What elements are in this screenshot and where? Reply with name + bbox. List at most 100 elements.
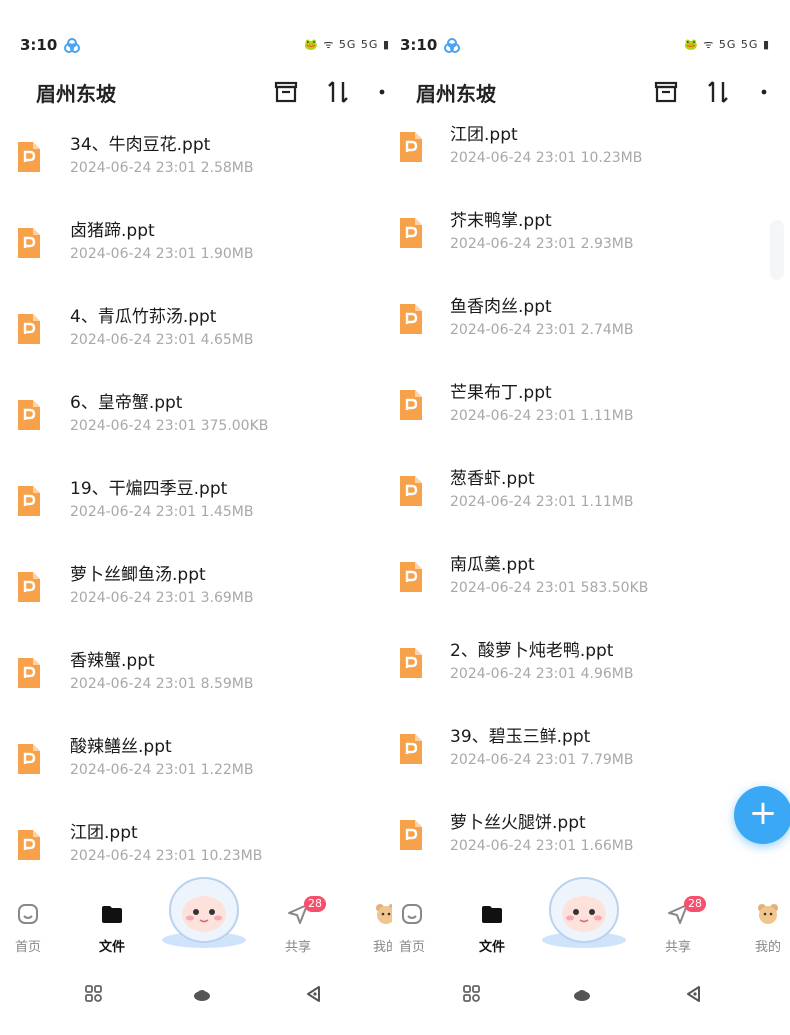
- file-name: 芥末鸭掌.ppt: [450, 211, 552, 231]
- status-bar: 3:10 🐸 ᯤ 5G 5G ▮: [400, 34, 790, 58]
- ppt-file-icon: [400, 218, 422, 248]
- archive-icon[interactable]: [652, 78, 680, 106]
- file-name: 34、牛肉豆花.ppt: [70, 135, 211, 155]
- file-name: 南瓜羹.ppt: [450, 555, 535, 575]
- nav-home[interactable]: 首页: [8, 902, 48, 955]
- nav-me[interactable]: 我的: [748, 902, 788, 955]
- status-time: 3:10: [400, 36, 438, 54]
- file-name: 39、碧玉三鲜.ppt: [450, 727, 591, 747]
- phone-screen-left: 3:10 🐸 ᯤ 5G 5G ▮ 眉州东坡 34、牛肉豆花.ppt 2024-0…: [0, 0, 392, 1035]
- file-meta: 2024-06-24 23:01 375.00KB: [70, 418, 269, 434]
- cloud-sync-icon: [64, 38, 80, 53]
- file-name: 江团.ppt: [70, 823, 138, 843]
- file-meta: 2024-06-24 23:01 7.79MB: [450, 752, 634, 768]
- back-icon[interactable]: [304, 984, 324, 1004]
- file-meta: 2024-06-24 23:01 2.93MB: [450, 236, 634, 252]
- list-item[interactable]: 葱香虾.ppt 2024-06-24 23:01 1.11MB: [392, 464, 790, 550]
- file-meta: 2024-06-24 23:01 2.74MB: [450, 322, 634, 338]
- nav-share[interactable]: 共享 28: [278, 896, 326, 955]
- list-item[interactable]: 南瓜羹.ppt 2024-06-24 23:01 583.50KB: [392, 550, 790, 636]
- folder-icon: [482, 906, 502, 923]
- ppt-file-icon: [18, 572, 40, 602]
- file-name: 芒果布丁.ppt: [450, 383, 552, 403]
- nav-files[interactable]: 文件: [472, 902, 512, 955]
- file-meta: 2024-06-24 23:01 8.59MB: [70, 676, 254, 692]
- list-item[interactable]: 芒果布丁.ppt 2024-06-24 23:01 1.11MB: [392, 378, 790, 464]
- ppt-file-icon: [400, 390, 422, 420]
- list-item[interactable]: 鱼香肉丝.ppt 2024-06-24 23:01 2.74MB: [392, 292, 790, 378]
- cloud-sync-icon: [444, 38, 460, 53]
- share-badge: 28: [304, 896, 326, 912]
- list-item[interactable]: 萝卜丝鲫鱼汤.ppt 2024-06-24 23:01 3.69MB: [0, 560, 392, 646]
- recent-apps-icon[interactable]: [462, 984, 482, 1004]
- avatar-bear-icon: [758, 904, 778, 924]
- file-meta: 2024-06-24 23:01 4.96MB: [450, 666, 634, 682]
- bottom-nav: 首页 文件 共享 28 我的: [0, 877, 392, 970]
- archive-icon[interactable]: [272, 78, 300, 106]
- file-meta: 2024-06-24 23:01 583.50KB: [450, 580, 649, 596]
- ppt-file-icon: [18, 400, 40, 430]
- ppt-file-icon: [400, 734, 422, 764]
- top-app-bar: 眉州东坡: [392, 70, 790, 114]
- ppt-file-icon: [400, 304, 422, 334]
- page-title: 眉州东坡: [36, 82, 116, 106]
- system-nav-bar: [392, 980, 790, 1010]
- sort-icon[interactable]: [704, 78, 732, 106]
- recent-apps-icon[interactable]: [84, 984, 104, 1004]
- nav-files-label: 文件: [478, 940, 505, 955]
- file-name: 19、干煸四季豆.ppt: [70, 479, 228, 499]
- nav-me[interactable]: 我的: [366, 902, 392, 955]
- sort-icon[interactable]: [324, 78, 352, 106]
- add-fab-button[interactable]: +: [734, 786, 790, 844]
- file-meta: 2024-06-24 23:01 4.65MB: [70, 332, 254, 348]
- ppt-file-icon: [400, 476, 422, 506]
- home-ingot-icon[interactable]: [192, 984, 212, 1004]
- folder-icon: [102, 906, 122, 923]
- nav-files[interactable]: 文件: [92, 902, 132, 955]
- file-meta: 2024-06-24 23:01 1.11MB: [450, 408, 634, 424]
- nav-home[interactable]: 首页: [392, 902, 432, 955]
- list-item[interactable]: 19、干煸四季豆.ppt 2024-06-24 23:01 1.45MB: [0, 474, 392, 560]
- file-meta: 2024-06-24 23:01 3.69MB: [70, 590, 254, 606]
- file-meta: 2024-06-24 23:01 10.23MB: [70, 848, 263, 864]
- list-item[interactable]: 6、皇帝蟹.ppt 2024-06-24 23:01 375.00KB: [0, 388, 392, 474]
- file-name: 萝卜丝火腿饼.ppt: [450, 813, 586, 833]
- ppt-file-icon: [400, 132, 422, 162]
- file-name: 萝卜丝鲫鱼汤.ppt: [70, 565, 206, 585]
- file-name: 江团.ppt: [450, 125, 518, 145]
- file-meta: 2024-06-24 23:01 1.90MB: [70, 246, 254, 262]
- nav-files-label: 文件: [98, 940, 125, 955]
- nav-home-label: 首页: [398, 940, 425, 955]
- home-ingot-icon[interactable]: [572, 984, 592, 1004]
- list-item[interactable]: 香辣蟹.ppt 2024-06-24 23:01 8.59MB: [0, 646, 392, 732]
- top-app-bar: 眉州东坡: [0, 70, 392, 114]
- list-item[interactable]: 34、牛肉豆花.ppt 2024-06-24 23:01 2.58MB: [0, 130, 392, 216]
- list-item[interactable]: 4、青瓜竹荪汤.ppt 2024-06-24 23:01 4.65MB: [0, 302, 392, 388]
- more-icon[interactable]: [754, 78, 782, 106]
- status-bar: 3:10 🐸 ᯤ 5G 5G ▮: [20, 34, 392, 58]
- page-title: 眉州东坡: [416, 82, 496, 106]
- file-meta: 2024-06-24 23:01 1.22MB: [70, 762, 254, 778]
- list-item[interactable]: 江团.ppt 2024-06-24 23:01 10.23MB: [392, 120, 790, 206]
- list-item[interactable]: 39、碧玉三鲜.ppt 2024-06-24 23:01 7.79MB: [392, 722, 790, 808]
- bottom-nav: 首页 文件 共享 28 我的: [392, 877, 790, 970]
- ppt-file-icon: [400, 820, 422, 850]
- mascot-astronaut-icon[interactable]: [538, 870, 630, 950]
- list-item[interactable]: 芥末鸭掌.ppt 2024-06-24 23:01 2.93MB: [392, 206, 790, 292]
- back-icon[interactable]: [684, 984, 704, 1004]
- ppt-file-icon: [18, 142, 40, 172]
- nav-share[interactable]: 共享 28: [658, 896, 706, 955]
- file-meta: 2024-06-24 23:01 2.58MB: [70, 160, 254, 176]
- more-icon[interactable]: [372, 78, 392, 106]
- ppt-file-icon: [18, 228, 40, 258]
- list-item[interactable]: 卤猪蹄.ppt 2024-06-24 23:01 1.90MB: [0, 216, 392, 302]
- mascot-astronaut-icon[interactable]: [158, 870, 250, 950]
- home-icon: [402, 904, 422, 924]
- file-name: 香辣蟹.ppt: [70, 651, 155, 671]
- phone-screen-right: 3:10 🐸 ᯤ 5G 5G ▮ 眉州东坡 江团.ppt 2024-06-24 …: [392, 0, 790, 1035]
- home-icon: [18, 904, 38, 924]
- nav-share-label: 共享: [664, 940, 691, 955]
- status-indicators: 🐸 ᯤ 5G 5G ▮: [684, 38, 770, 51]
- list-item[interactable]: 酸辣鳝丝.ppt 2024-06-24 23:01 1.22MB: [0, 732, 392, 818]
- list-item[interactable]: 2、酸萝卜炖老鸭.ppt 2024-06-24 23:01 4.96MB: [392, 636, 790, 722]
